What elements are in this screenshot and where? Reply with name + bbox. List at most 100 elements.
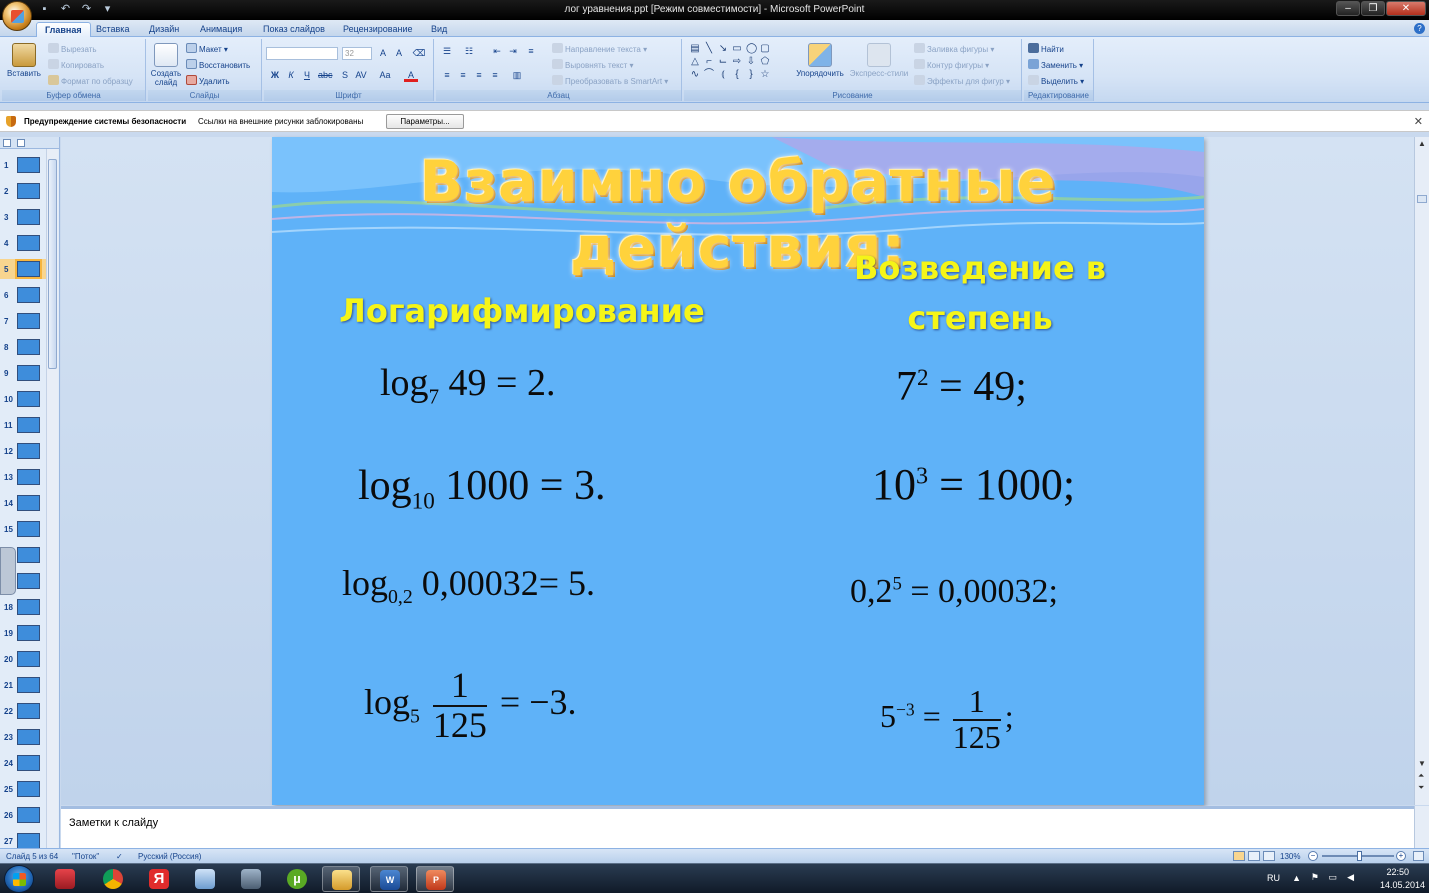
slide-thumbnail[interactable]: 13 <box>0 467 46 487</box>
italic-button[interactable]: К <box>284 69 298 82</box>
align-center-icon[interactable]: ≡ <box>456 69 470 82</box>
input-language[interactable]: RU <box>1267 873 1280 883</box>
notes-pane[interactable]: Заметки к слайду <box>61 806 1414 848</box>
prev-slide-icon[interactable]: ⏶ <box>1418 771 1424 781</box>
tab-review[interactable]: Рецензирование <box>335 22 421 37</box>
shadow-icon[interactable]: S <box>338 69 352 82</box>
slide-thumbnail[interactable]: 23 <box>0 727 46 747</box>
slide-scroll-thumb[interactable] <box>1417 195 1427 203</box>
zoom-slider-knob[interactable] <box>1357 851 1362 861</box>
right-arrow-shape-icon[interactable]: ⇨ <box>732 56 742 67</box>
connector-shape-icon[interactable]: ⌐ <box>704 56 714 67</box>
slide-scrollbar[interactable]: ▲ ▼ ⏶ ⏷ <box>1414 137 1429 805</box>
bold-button[interactable]: Ж <box>268 69 282 82</box>
pentagon-shape-icon[interactable]: ⬠ <box>760 56 770 67</box>
text-direction-button[interactable]: Направление текста ▾ <box>552 43 647 55</box>
slide-thumbnail[interactable]: 10 <box>0 389 46 409</box>
slide-thumbnail[interactable]: 27 <box>0 831 46 848</box>
taskbar-utorrent[interactable]: µ <box>278 866 316 892</box>
taskbar-word[interactable]: W <box>370 866 408 892</box>
select-button[interactable]: Выделить ▾ <box>1028 75 1084 87</box>
slide-thumbnail[interactable]: 5 <box>0 259 46 279</box>
slide-thumbnail[interactable]: 21 <box>0 675 46 695</box>
align-right-icon[interactable]: ≡ <box>472 69 486 82</box>
outline-tab-icon[interactable] <box>17 139 25 147</box>
font-name-combo[interactable] <box>266 47 338 60</box>
arrange-button[interactable]: Упорядочить <box>792 43 848 78</box>
slide-thumbnail[interactable]: 8 <box>0 337 46 357</box>
zoom-in-icon[interactable]: + <box>1396 851 1406 861</box>
taskbar-acrobat[interactable] <box>46 866 84 892</box>
slide-thumbnail[interactable]: 7 <box>0 311 46 331</box>
taskbar-media[interactable] <box>186 866 224 892</box>
fit-to-window-icon[interactable] <box>1413 851 1424 861</box>
format-painter-button[interactable]: Формат по образцу <box>48 75 133 87</box>
decrease-indent-icon[interactable]: ⇤ <box>490 45 504 58</box>
smartart-button[interactable]: Преобразовать в SmartArt ▾ <box>552 75 668 87</box>
tab-design[interactable]: Дизайн <box>141 22 187 37</box>
slide-thumbnail[interactable]: 11 <box>0 415 46 435</box>
bracket-shape-icon[interactable]: ⦅ <box>718 69 728 80</box>
network-icon[interactable]: ▭ <box>1328 872 1337 883</box>
spacing-icon[interactable]: AV <box>354 69 368 82</box>
taskbar-chrome[interactable] <box>94 866 132 892</box>
delete-slide-button[interactable]: Удалить <box>186 75 230 87</box>
shape-fill-button[interactable]: Заливка фигуры ▾ <box>914 43 994 55</box>
clock-date[interactable]: 14.05.2014 <box>1380 880 1425 890</box>
font-size-combo[interactable]: 32 <box>342 47 372 60</box>
zoom-out-icon[interactable]: − <box>1308 851 1318 861</box>
language-indicator[interactable]: Русский (Россия) <box>138 852 201 861</box>
taskbar-explorer[interactable] <box>322 866 360 892</box>
shape-effects-button[interactable]: Эффекты для фигур ▾ <box>914 75 1010 87</box>
bullets-icon[interactable]: ☰ <box>440 45 454 58</box>
close-icon[interactable]: ✕ <box>1414 115 1423 128</box>
slide-thumbnail[interactable]: 1 <box>0 155 46 175</box>
help-icon[interactable]: ? <box>1414 23 1425 34</box>
rectangle-shape-icon[interactable]: ▭ <box>732 43 742 54</box>
spellcheck-icon[interactable]: ✓ <box>116 852 123 861</box>
security-options-button[interactable]: Параметры... <box>386 114 464 129</box>
clear-format-icon[interactable]: ⌫ <box>412 47 426 60</box>
notes-placeholder[interactable]: Заметки к слайду <box>69 817 158 829</box>
justify-icon[interactable]: ≡ <box>488 69 502 82</box>
panel-scrollbar[interactable] <box>46 149 58 848</box>
rounded-rect-shape-icon[interactable]: ▢ <box>760 43 770 54</box>
elbow-shape-icon[interactable]: ⌙ <box>718 56 728 67</box>
curve-shape-icon[interactable]: ⌒ <box>704 69 714 80</box>
taskbar-tool[interactable] <box>232 866 270 892</box>
columns-icon[interactable]: ▥ <box>510 69 524 82</box>
slide-thumbnail[interactable]: 22 <box>0 701 46 721</box>
slide-thumbnail[interactable]: 12 <box>0 441 46 461</box>
find-button[interactable]: Найти <box>1028 43 1064 55</box>
start-button[interactable] <box>4 865 34 893</box>
grow-font-icon[interactable]: A <box>376 47 390 60</box>
change-case-icon[interactable]: Aa <box>378 69 392 82</box>
font-color-icon[interactable]: A <box>404 69 418 82</box>
notes-scrollbar[interactable] <box>1414 806 1429 848</box>
slide-thumbnail[interactable]: 14 <box>0 493 46 513</box>
underline-button[interactable]: Ч <box>300 69 314 82</box>
quick-styles-button[interactable]: Экспресс-стили <box>848 43 910 78</box>
volume-icon[interactable]: ◀ <box>1347 872 1354 883</box>
slide-thumbnail[interactable]: 20 <box>0 649 46 669</box>
numbering-icon[interactable]: ☷ <box>462 45 476 58</box>
reset-button[interactable]: Восстановить <box>186 59 250 71</box>
slide-thumbnail[interactable]: 6 <box>0 285 46 305</box>
increase-indent-icon[interactable]: ⇥ <box>506 45 520 58</box>
slide-thumbnail[interactable]: 25 <box>0 779 46 799</box>
new-slide-button[interactable]: Создать слайд <box>148 43 184 87</box>
close-button[interactable]: ✕ <box>1386 1 1426 16</box>
scroll-up-icon[interactable]: ▲ <box>1418 139 1426 148</box>
tray-expand-icon[interactable]: ▲ <box>1292 873 1301 883</box>
taskbar-powerpoint[interactable]: P <box>416 866 454 892</box>
arrow-line-shape-icon[interactable]: ↘ <box>718 43 728 54</box>
restore-button[interactable]: ❐ <box>1361 1 1385 16</box>
cut-button[interactable]: Вырезать <box>48 43 97 55</box>
tab-view[interactable]: Вид <box>423 22 455 37</box>
sorter-view-icon[interactable] <box>1248 851 1260 861</box>
slide-thumbnail[interactable]: 2 <box>0 181 46 201</box>
tab-insert[interactable]: Вставка <box>88 22 137 37</box>
paste-button[interactable]: Вставить <box>4 43 44 78</box>
align-left-icon[interactable]: ≡ <box>440 69 454 82</box>
shrink-font-icon[interactable]: A <box>392 47 406 60</box>
